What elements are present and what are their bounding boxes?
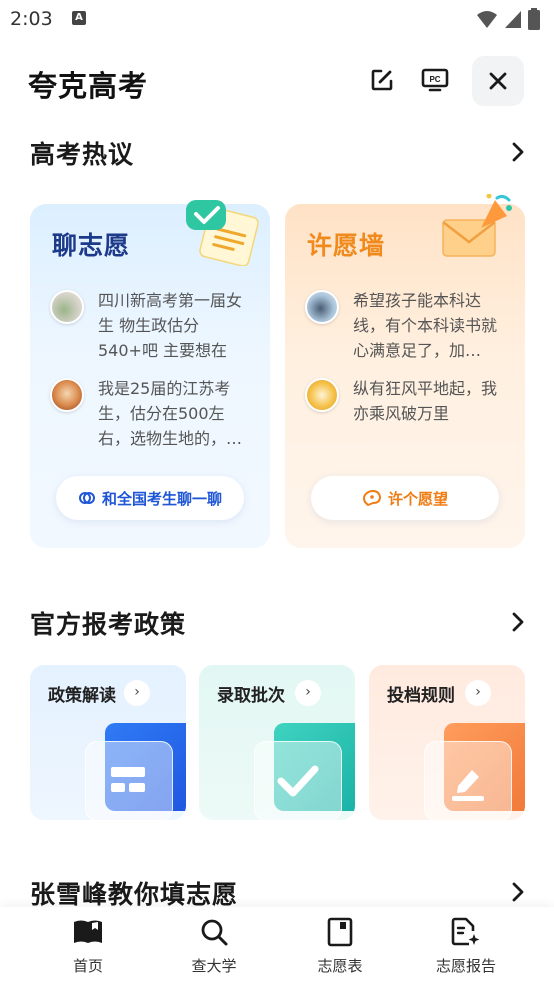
post-text: 我是25届的江苏考生，估分在500左右，选物生地的，… xyxy=(98,379,243,448)
nav-label: 志愿报告 xyxy=(435,957,496,975)
page-title: 夸克高考 xyxy=(28,69,149,103)
button-label: 和全国考生聊一聊 xyxy=(101,489,222,508)
card-title: 聊志愿 xyxy=(52,231,131,260)
nav-item-report[interactable]: 志愿报告 xyxy=(416,915,516,981)
signal-icon xyxy=(505,11,521,28)
teacher-section-header[interactable]: 张雪峰教你填志愿 xyxy=(30,875,530,909)
tile-arrow-icon: › xyxy=(124,680,150,706)
chevron-right-icon xyxy=(512,612,524,632)
document-icon xyxy=(85,741,173,820)
make-wish-button[interactable]: 许个愿望 xyxy=(311,476,499,520)
report-icon xyxy=(449,915,483,949)
edit-button[interactable] xyxy=(366,64,398,96)
pen-icon xyxy=(424,741,512,820)
bottom-nav: 首页 查大学 志愿表 志愿报告 xyxy=(0,907,554,985)
avatar xyxy=(50,290,84,324)
app-notification-icon: A xyxy=(72,11,86,25)
policy-interpretation-tile[interactable]: 政策解读 › xyxy=(30,665,186,820)
status-time: 2:03 xyxy=(10,8,53,30)
nav-item-home[interactable]: 首页 xyxy=(38,915,138,981)
nav-item-form[interactable]: 志愿表 xyxy=(290,915,390,981)
edit-icon xyxy=(371,69,393,91)
wish-bubble-icon xyxy=(362,490,381,506)
avatar xyxy=(305,290,339,324)
wish-card[interactable]: 许愿墙 希望孩子能本科达线，有个本科读书就心满意足了，加… 纵有狂风平地起，我亦… xyxy=(285,194,525,548)
nav-label: 首页 xyxy=(72,957,103,975)
tile-arrow-icon: › xyxy=(295,680,321,706)
envelope-party-icon xyxy=(442,194,512,257)
filing-rules-tile[interactable]: 投档规则 › xyxy=(369,665,525,820)
tile-title: 录取批次 xyxy=(217,686,285,706)
chat-link-icon xyxy=(78,492,95,504)
post-text: 四川新高考第一届女生 物生政估分540+吧 主要想在川… xyxy=(98,291,243,360)
chevron-right-icon xyxy=(512,142,524,162)
chat-card[interactable]: 聊志愿 四川新高考第一届女生 物生政估分540+吧 主要想在川… 我是25届的江… xyxy=(30,200,270,548)
avatar xyxy=(305,378,339,412)
tile-title: 政策解读 xyxy=(48,686,116,706)
status-icons xyxy=(476,8,540,30)
app-header: 夸克高考 PC xyxy=(0,54,554,110)
admission-batch-tile[interactable]: 录取批次 › xyxy=(199,665,355,820)
button-label: 许个愿望 xyxy=(387,489,448,508)
close-button[interactable] xyxy=(472,56,524,106)
status-bar: 2:03 A xyxy=(0,0,554,38)
post-text: 纵有狂风平地起，我亦乘风破万里 xyxy=(353,379,498,423)
card-title: 许愿墙 xyxy=(307,231,386,260)
battery-icon xyxy=(528,8,540,30)
chat-bubble-check-icon xyxy=(186,200,259,266)
pc-button[interactable]: PC xyxy=(419,64,451,96)
book-icon xyxy=(71,915,105,949)
form-icon xyxy=(323,915,357,949)
chevron-right-icon xyxy=(512,882,524,902)
avatar xyxy=(50,378,84,412)
tile-title: 投档规则 xyxy=(387,686,455,706)
wifi-icon xyxy=(477,11,497,28)
close-icon xyxy=(489,72,507,90)
nav-item-search-university[interactable]: 查大学 xyxy=(164,915,264,981)
section-title: 张雪峰教你填志愿 xyxy=(30,880,239,909)
post-text: 希望孩子能本科达线，有个本科读书就心满意足了，加… xyxy=(353,291,498,360)
hot-section-header[interactable]: 高考热议 xyxy=(30,135,530,169)
section-title: 官方报考政策 xyxy=(30,610,187,639)
nav-label: 查大学 xyxy=(191,957,237,975)
section-title: 高考热议 xyxy=(30,140,135,169)
policy-section-header[interactable]: 官方报考政策 xyxy=(30,605,530,639)
chat-with-students-button[interactable]: 和全国考生聊一聊 xyxy=(56,476,244,520)
svg-text:PC: PC xyxy=(429,75,440,84)
pc-icon: PC xyxy=(421,68,449,92)
tile-arrow-icon: › xyxy=(465,680,491,706)
check-icon xyxy=(254,741,342,820)
nav-label: 志愿表 xyxy=(317,957,363,975)
search-icon xyxy=(197,915,231,949)
